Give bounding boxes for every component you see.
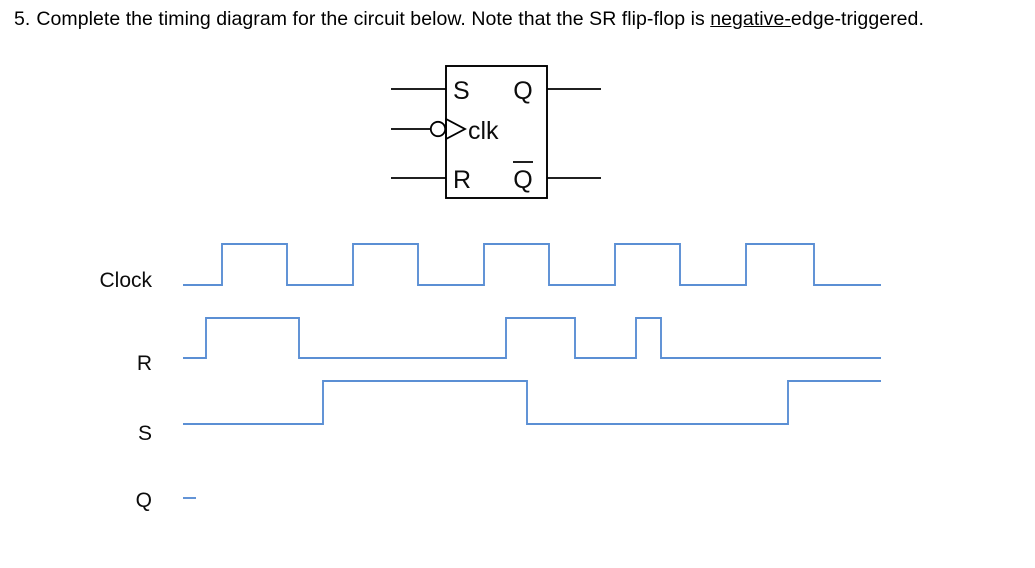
waveform-label-r: R bbox=[137, 352, 152, 375]
question-underlined-word: negative- bbox=[710, 8, 791, 30]
question-body-after: edge-triggered. bbox=[790, 8, 924, 30]
waveform-clock bbox=[183, 243, 881, 286]
clk-pin-label: clk bbox=[468, 117, 499, 145]
waveform-label-clock: Clock bbox=[99, 269, 152, 292]
clock-triangle-icon bbox=[445, 117, 467, 141]
waveform-path-s bbox=[183, 380, 881, 425]
waveform-s bbox=[183, 380, 881, 425]
waveform-r bbox=[183, 317, 881, 359]
question-body-before: Complete the timing diagram for the circ… bbox=[36, 8, 711, 30]
qbar-pin-label: Q bbox=[513, 166, 532, 194]
waveform-label-s: S bbox=[138, 422, 152, 445]
question-text: 5. Complete the timing diagram for the ci… bbox=[14, 5, 962, 33]
r-pin-label: R bbox=[453, 166, 471, 194]
sr-flip-flop-diagram: S clk R Q Q bbox=[370, 55, 620, 215]
waveform-label-q: Q bbox=[136, 489, 152, 512]
s-pin-label: S bbox=[453, 77, 470, 105]
inversion-bubble-icon bbox=[429, 120, 447, 138]
q-pin-label: Q bbox=[513, 77, 532, 105]
question-number: 5. bbox=[14, 8, 31, 30]
waveform-path-r bbox=[183, 317, 881, 359]
timing-diagram: Clock R S Q bbox=[0, 222, 1035, 542]
waveform-path-clock bbox=[183, 243, 881, 286]
